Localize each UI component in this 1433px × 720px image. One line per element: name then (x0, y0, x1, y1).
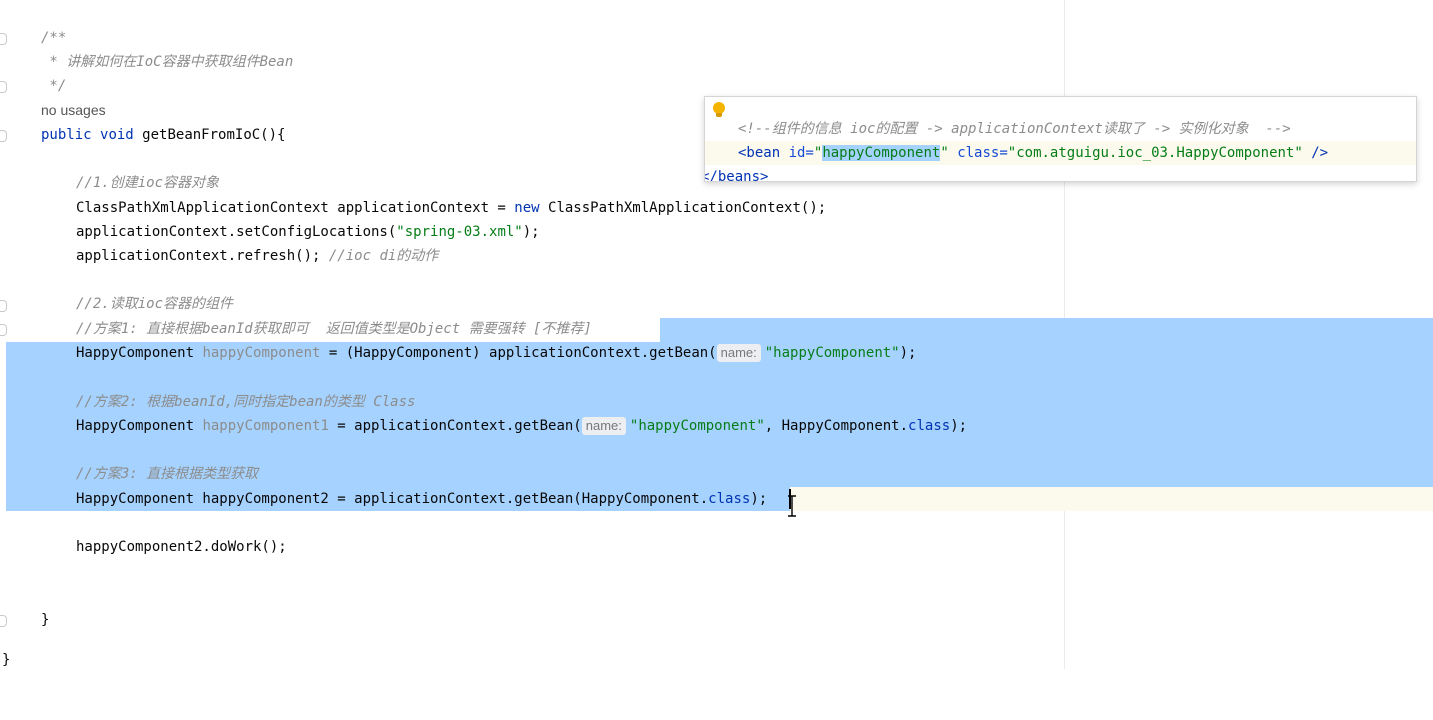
code-line: applicationContext.refresh(); //ioc di的动… (0, 244, 1433, 268)
plan2-var: happyComponent1 (202, 418, 329, 434)
usages-hint[interactable]: no usages (41, 98, 106, 122)
beans-close-tag: </beans> (704, 169, 769, 182)
code-line: //方案3: 直接根据类型获取 (0, 462, 1433, 486)
create-type: ClassPathXmlApplicationContext applicati… (76, 200, 515, 216)
config-prefix: applicationContext.setConfigLocations( (76, 224, 397, 240)
plan2-mid2: , HappyComponent. (764, 418, 909, 434)
line-plan2: HappyComponent happyComponent1 = applica… (76, 414, 967, 438)
code-line: applicationContext.setConfigLocations("s… (0, 220, 1433, 244)
code-line: } (0, 608, 1433, 632)
plan1-suffix: ); (899, 345, 917, 361)
bean-class-attr: class= (948, 145, 1008, 161)
bean-id-attr: id= (788, 145, 814, 161)
keyword-new: new (514, 200, 540, 216)
code-line: */ (0, 74, 1433, 98)
line-refresh: applicationContext.refresh(); //ioc di的动… (76, 244, 438, 268)
code-line: //2.读取ioc容器的组件 (0, 292, 1433, 316)
javadoc-body: * 讲解如何在IoC容器中获取组件Bean (41, 54, 294, 70)
plan2-type: HappyComponent (76, 418, 203, 434)
popup-line: <!--组件的信息 ioc的配置 -> applicationContext读取… (705, 117, 1416, 141)
method-close-brace: } (41, 612, 50, 628)
comment-step1: //1.创建ioc容器对象 (76, 175, 220, 191)
code-line: //方案1: 直接根据beanId获取即可 返回值类型是Object 需要强转 … (0, 317, 1433, 341)
bean-id-value: happyComponent (822, 145, 941, 161)
comment-step2: //2.读取ioc容器的组件 (76, 296, 234, 312)
code-line: HappyComponent happyComponent = (HappyCo… (0, 341, 1433, 365)
code-line: * 讲解如何在IoC容器中获取组件Bean (0, 50, 1433, 74)
method-name: getBeanFromIoC(){ (142, 127, 286, 143)
bean-tag-close: /> (1302, 145, 1329, 161)
keyword-void: void (100, 127, 134, 143)
plan1-mid: = (HappyComponent) applicationContext.ge… (320, 345, 717, 361)
config-string: "spring-03.xml" (396, 224, 523, 240)
bean-class-value: "com.atguigu.ioc_03.HappyComponent" (1007, 145, 1303, 161)
popup-bean-definition: <bean id="happyComponent" class="com.atg… (738, 141, 1328, 165)
refresh-code: applicationContext.refresh(); (76, 248, 329, 264)
line-do-work: happyComponent2.doWork(); (76, 539, 287, 555)
javadoc-close: */ (41, 78, 67, 94)
param-hint-name: name: (716, 344, 761, 362)
keyword-class: class (708, 491, 751, 507)
plan1-type: HappyComponent (76, 345, 203, 361)
code-line: ClassPathXmlApplicationContext applicati… (0, 196, 1433, 220)
code-line: HappyComponent happyComponent2 = applica… (0, 487, 1433, 511)
popup-line: </beans> (704, 165, 1412, 182)
line-plan1: HappyComponent happyComponent = (HappyCo… (76, 341, 916, 365)
code-line: } (0, 648, 1433, 672)
create-rest: ClassPathXmlApplicationContext(); (539, 200, 827, 216)
method-signature: public void getBeanFromIoC(){ (41, 123, 285, 147)
refresh-comment: //ioc di的动作 (328, 248, 439, 264)
code-line: happyComponent2.doWork(); (0, 535, 1433, 559)
text-cursor-icon (788, 494, 796, 518)
plan1-var: happyComponent (202, 345, 321, 361)
plan2-mid: = applicationContext.getBean( (328, 418, 582, 434)
plan2-string: "happyComponent" (629, 418, 765, 434)
comment-plan2: //方案2: 根据beanId,同时指定bean的类型 Class (76, 394, 416, 410)
plan1-string: "happyComponent" (764, 345, 900, 361)
code-line: HappyComponent happyComponent1 = applica… (0, 414, 1433, 438)
bean-id-quote: " (940, 145, 949, 161)
bean-tag-open: <bean (738, 145, 789, 161)
code-line: //方案2: 根据beanId,同时指定bean的类型 Class (0, 390, 1433, 414)
lightbulb-icon[interactable] (713, 102, 725, 118)
config-suffix: ); (522, 224, 540, 240)
line-plan3: HappyComponent happyComponent2 = applica… (76, 487, 767, 511)
comment-plan1: //方案1: 直接根据beanId获取即可 返回值类型是Object 需要强转 … (76, 321, 592, 337)
class-close-brace: } (2, 652, 11, 668)
param-hint-name: name: (581, 417, 626, 435)
code-editor[interactable]: /** * 讲解如何在IoC容器中获取组件Bean */ no usages p… (0, 0, 1433, 669)
comment-plan3: //方案3: 直接根据类型获取 (76, 466, 259, 482)
quick-definition-popup[interactable]: <!--组件的信息 ioc的配置 -> applicationContext读取… (704, 96, 1417, 182)
popup-xml-comment: <!--组件的信息 ioc的配置 -> applicationContext读取… (738, 121, 1291, 137)
line-create-context: ClassPathXmlApplicationContext applicati… (76, 196, 826, 220)
code-line: /** (0, 26, 1433, 50)
popup-line: <bean id="happyComponent" class="com.atg… (705, 141, 1416, 165)
keyword-public: public (41, 127, 92, 143)
plan3-suffix: ); (750, 491, 768, 507)
keyword-class: class (908, 418, 951, 434)
javadoc-open: /** (41, 30, 67, 46)
line-set-config: applicationContext.setConfigLocations("s… (76, 220, 540, 244)
plan2-suffix: ); (950, 418, 968, 434)
plan3-code: HappyComponent happyComponent2 = applica… (76, 491, 709, 507)
